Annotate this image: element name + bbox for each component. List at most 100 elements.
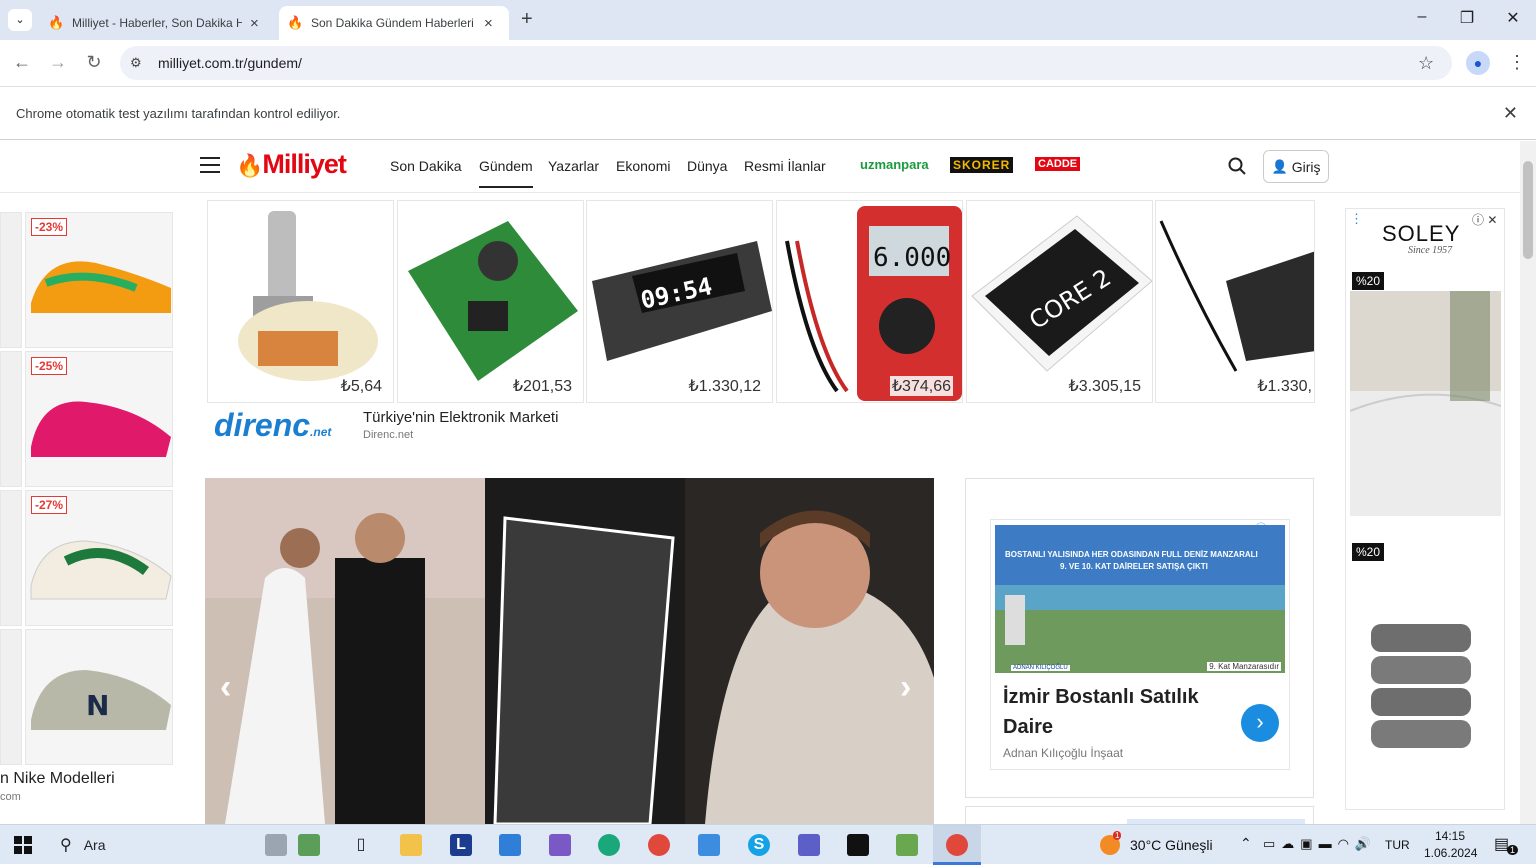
page-scrollbar[interactable] — [1520, 141, 1536, 824]
copilot-icon[interactable] — [549, 834, 571, 856]
edge-icon[interactable] — [598, 834, 620, 856]
chrome-icon[interactable] — [648, 834, 670, 856]
product-price: ₺374,66 — [889, 376, 953, 396]
restore-icon[interactable]: ❐ — [1452, 8, 1482, 28]
hero-slider[interactable]: ‹ › — [205, 478, 934, 824]
back-icon[interactable]: ← — [10, 52, 34, 73]
shoe-ad-strip — [0, 351, 22, 487]
real-estate-ad[interactable]: ⓘ✕ BOSTANLI YALISINDA HER ODASINDAN FULL… — [990, 519, 1290, 770]
new-tab-button[interactable]: + — [521, 8, 533, 31]
product-inverter[interactable]: ₺1.330, — [1155, 200, 1315, 403]
discount-badge: -25% — [31, 357, 68, 375]
address-bar[interactable]: ⚙ milliyet.com.tr/gundem/ ☆ — [120, 46, 1452, 80]
search-icon[interactable] — [1228, 157, 1246, 175]
clock-date[interactable]: 1.06.2024 — [1424, 846, 1477, 860]
tab-milliyet-home[interactable]: 🔥 Milliyet - Haberler, Son Dakika Haberl… — [40, 6, 275, 40]
profile-avatar[interactable]: ● — [1466, 51, 1490, 75]
ad-options-icon[interactable]: ⋮ — [1350, 211, 1363, 227]
nav-dunya[interactable]: Dünya — [687, 158, 727, 174]
close-window-icon[interactable]: ✕ — [1498, 8, 1528, 28]
tab-title: Milliyet - Haberler, Son Dakika Haberler — [72, 16, 242, 30]
ad-source: Direnc.net — [363, 429, 414, 441]
potentiometer-image — [238, 211, 378, 381]
uzmanpara-logo[interactable]: uzmanpara — [860, 157, 929, 172]
map-icon[interactable] — [298, 834, 320, 856]
ad-banner: BOSTANLI YALISINDA HER ODASINDAN FULL DE… — [995, 525, 1285, 673]
task-view-icon[interactable]: ▯ — [350, 834, 372, 856]
skorer-logo[interactable]: SKORER — [950, 157, 1014, 173]
url-text[interactable]: milliyet.com.tr/gundem/ — [158, 55, 302, 71]
tab-gundem[interactable]: 🔥 Son Dakika Gündem Haberleri × — [279, 6, 509, 40]
infobar-close-icon[interactable]: ✕ — [1503, 103, 1518, 124]
direnc-logo[interactable]: direnc.net — [214, 407, 331, 444]
mail-icon[interactable] — [499, 834, 521, 856]
chevron-up-icon[interactable]: ⌃ — [1240, 835, 1252, 852]
menu-kebab-icon[interactable]: ⋮ — [1508, 52, 1526, 73]
nav-ekonomi[interactable]: Ekonomi — [616, 158, 670, 174]
nav-yazarlar[interactable]: Yazarlar — [548, 158, 599, 174]
nav-resmi-ilanlar[interactable]: Resmi İlanlar — [744, 158, 826, 174]
tab-search-button[interactable]: ⌄ — [8, 9, 32, 31]
slider-next-icon[interactable]: › — [900, 668, 911, 707]
shoe-ad-strip — [0, 212, 22, 348]
product-pcb-module[interactable]: ₺201,53 — [397, 200, 584, 403]
file-explorer-icon[interactable] — [400, 834, 422, 856]
infobar-message: Chrome otomatik test yazılımı tarafından… — [16, 105, 341, 121]
store-icon[interactable] — [698, 834, 720, 856]
notepad-icon[interactable] — [896, 834, 918, 856]
bookmark-star-icon[interactable]: ☆ — [1418, 53, 1434, 74]
site-info-icon[interactable]: ⚙ — [130, 55, 150, 71]
product-core2[interactable]: CORE 2 ₺3.305,15 — [966, 200, 1153, 403]
product-price: ₺1.330,12 — [686, 376, 763, 396]
right-ad-box: ⓘ✕ BOSTANLI YALISINDA HER ODASINDAN FULL… — [965, 478, 1314, 798]
close-tab-icon[interactable]: × — [250, 15, 259, 32]
close-tab-icon[interactable]: × — [484, 15, 493, 32]
tray-icons[interactable]: ▭☁▣▬◠🔊 — [1263, 836, 1377, 852]
shoe-ad-strip — [0, 629, 22, 765]
taskbar-search[interactable]: ⚲ Ara — [48, 825, 258, 865]
scrollbar-thumb[interactable] — [1523, 161, 1533, 259]
l-app-icon[interactable]: L — [450, 834, 472, 856]
product-potentiometer[interactable]: ₺5,64 — [207, 200, 394, 403]
tab-title: Son Dakika Gündem Haberleri — [311, 16, 474, 30]
shoe-item[interactable]: -23% — [25, 212, 173, 348]
multimeter-image: 6.000 — [785, 206, 962, 401]
skype-icon[interactable]: S — [748, 834, 770, 856]
soley-logo: SOLEY — [1382, 221, 1461, 246]
chrome-active-icon[interactable] — [933, 825, 981, 865]
login-button[interactable]: 👤 Giriş — [1263, 150, 1329, 183]
nav-son-dakika[interactable]: Son Dakika — [390, 158, 462, 174]
forward-icon[interactable]: → — [46, 52, 70, 73]
ad-tagline[interactable]: Türkiye'nin Elektronik Marketi — [363, 409, 558, 426]
hamburger-menu-icon[interactable] — [200, 157, 220, 178]
automation-infobar: Chrome otomatik test yazılımı tarafından… — [0, 86, 1536, 140]
shoe-ad-strip — [0, 490, 22, 626]
reload-icon[interactable]: ↻ — [82, 52, 106, 73]
logo-text: Milliyet — [262, 149, 347, 179]
trash-bin-icon[interactable] — [265, 834, 287, 856]
shoe-item[interactable]: N — [25, 629, 173, 765]
soley-ad[interactable]: ⋮ ⓘ ✕ SOLEY Since 1957 %20 %20 — [1345, 208, 1505, 810]
slider-prev-icon[interactable]: ‹ — [220, 668, 231, 707]
hero-image — [205, 478, 934, 824]
milliyet-logo[interactable]: 🔥Milliyet — [236, 149, 347, 180]
shoe-ad-caption[interactable]: n Nike Modelleri — [0, 770, 115, 788]
teams-icon[interactable] — [798, 834, 820, 856]
weather-text[interactable]: 30°C Güneşli — [1130, 837, 1213, 853]
minimize-icon[interactable]: – — [1407, 8, 1437, 26]
adchoices-icon[interactable]: ⓘ ✕ — [1472, 211, 1497, 228]
product-multimeter[interactable]: 6.000 ₺374,66 — [776, 200, 963, 403]
nav-gundem[interactable]: Gündem — [479, 158, 533, 188]
product-timer-display[interactable]: 09:54 ₺1.330,12 — [586, 200, 773, 403]
web-page: 🔥Milliyet Son Dakika Gündem Yazarlar Eko… — [0, 141, 1520, 824]
windows-start-icon[interactable] — [14, 836, 32, 854]
clock-time[interactable]: 14:15 — [1435, 829, 1465, 843]
cadde-logo[interactable]: CADDE — [1035, 157, 1081, 171]
language-indicator[interactable]: TUR — [1385, 838, 1410, 852]
shoe-item[interactable]: -27% — [25, 490, 173, 626]
intellij-icon[interactable] — [847, 834, 869, 856]
site-header: 🔥Milliyet Son Dakika Gündem Yazarlar Eko… — [0, 141, 1520, 193]
shoe-item[interactable]: -25% — [25, 351, 173, 487]
ad-title[interactable]: İzmir Bostanlı Satılık Daire — [1003, 682, 1233, 742]
chevron-right-icon[interactable]: › — [1241, 704, 1279, 742]
